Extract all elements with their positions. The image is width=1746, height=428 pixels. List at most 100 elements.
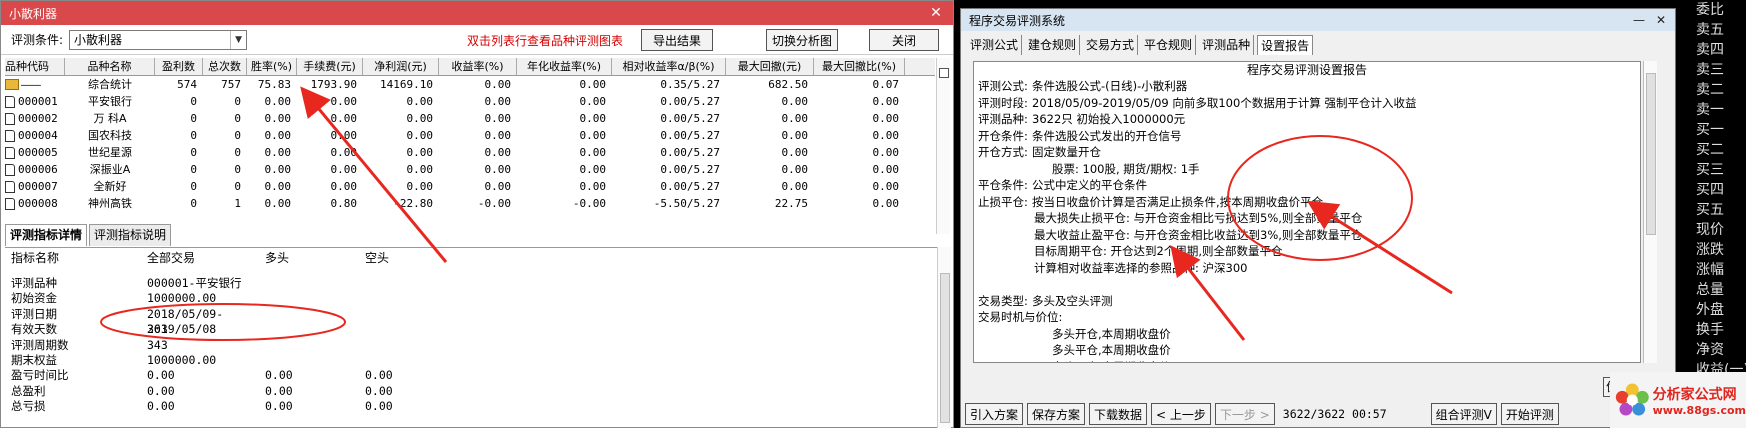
filter-select[interactable]: 小散利器 ▼ [69,29,248,50]
tab-settings-2[interactable]: 交易方式 [1083,35,1139,55]
tab-settings-4[interactable]: 评测品种 [1199,35,1255,55]
left-toolbar: 评测条件: 小散利器 ▼ 双击列表行查看品种评测图表 导出结果 切换分析图 关闭 [1,25,953,55]
document-icon [5,180,15,193]
column-header[interactable]: 最大回撤比(%) [814,58,905,75]
report-key: 交易类型: [978,293,1028,308]
table-row[interactable]: 000004 国农科技 0 0 0.00 0.00 0.00 0.00 0.00 0.00/5.2… [5,127,935,144]
settings-tabs: 评测公式 建仓规则 交易方式 平仓规则 评测品种 设置报告 [967,35,1316,55]
export-button[interactable]: 导出结果 [641,29,713,51]
column-header[interactable]: 手续费(元) [297,58,363,75]
tab-settings-3[interactable]: 平仓规则 [1141,35,1197,55]
bottom-button2-1[interactable]: 开始评测 [1500,403,1559,425]
report-scrollbar[interactable] [1643,61,1657,363]
column-header[interactable]: 总次数 [203,58,247,75]
quote-label: 委比 [1696,2,1724,18]
column-header[interactable]: 年化收益率(%) [517,58,612,75]
report-value: 股票: 100股, 期货/期权: 1手 [1052,161,1200,176]
report-value: 目标周期平仓: 开仓达到2个周期,则全部数量平仓 [1034,244,1283,258]
column-header[interactable]: 相对收益率α/β(%) [612,58,726,75]
table-row[interactable]: 000006 深振业A 0 0 0.00 0.00 0.00 0.00 0.00 0.00/5.2… [5,161,935,178]
detail-scrollbar[interactable] [937,247,951,428]
close-icon[interactable]: ✕ [1653,12,1669,28]
switch-chart-button[interactable]: 切换分析图 [766,29,838,51]
detail-all: 1000000.00 [147,291,217,306]
column-header[interactable]: 净利润(元) [363,58,439,75]
detail-short [365,353,465,368]
document-icon [5,146,15,159]
logo-url: www.88gs.com [1652,403,1746,417]
scroll-thumb[interactable] [940,273,950,423]
detail-all: 0.00 [147,399,175,414]
column-header[interactable]: 品种代码 [5,58,65,75]
folder-icon [5,79,19,90]
detail-row: 初始资金 1000000.00 [5,291,945,306]
detail-all: 0.00 [147,383,175,398]
cell-rate: 75.83 [257,78,291,91]
cell-annual: 0.00 [579,129,607,142]
detail-key: 期末权益 [11,352,57,367]
cell-win: 0 [190,163,197,176]
report-value: 多头开仓,本周期收盘价 [1052,326,1171,341]
tab-detail-0[interactable]: 评测指标详情 [5,224,88,246]
bottom-button-4[interactable]: 下一步 > [1214,403,1275,425]
report-line: 股票: 100股, 期货/期权: 1手 [974,161,1640,178]
bottom-button-0[interactable]: 引入方案 [965,403,1024,425]
detail-row: 期末权益 1000000.00 [5,353,945,368]
report-line: 交易类型: 多头及空头评测 [974,293,1640,310]
close-button[interactable]: 关闭 [869,29,939,51]
quote-label: 换手 [1696,322,1724,338]
scroll-thumb[interactable] [1646,73,1656,235]
report-value: 3622只 初始投入1000000元 [1032,112,1186,126]
table-row[interactable]: 000001 平安银行 0 0 0.00 0.00 0.00 0.00 0.00 0.00/5.2… [5,93,935,110]
table-row[interactable]: 000007 全新好 0 0 0.00 0.00 0.00 0.00 0.00 0.00/5.27… [5,178,935,195]
tab-settings-5[interactable]: 设置报告 [1257,35,1314,55]
table-scrollbar[interactable] [936,58,950,234]
filter-label: 评测条件: [11,33,64,47]
detail-row: 评测品种 000001-平安银行 [5,276,945,291]
detail-header: 指标名称 全部交易 多头 空头 [5,248,945,268]
cell-fee: 0.00 [330,146,358,159]
column-header[interactable]: 最大回撤(元) [726,58,814,75]
report-key: 止损平仓: [978,194,1028,209]
column-header[interactable]: 收益率(%) [439,58,517,75]
scroll-handle[interactable] [939,68,949,78]
tab-settings-1[interactable]: 建仓规则 [1025,35,1081,55]
bottom-button-2[interactable]: 下载数据 [1089,403,1148,425]
bottom-button-3[interactable]: < 上一步 [1151,403,1211,425]
quote-label: 买三 [1696,162,1724,178]
cell-fee: 0.00 [330,129,358,142]
cell-code-text: 000001 [18,95,58,108]
report-line: 最大收益止盈平仓: 与开仓资金相比收益达到3%,则全部数量平仓 [974,227,1640,244]
bottom-button-1[interactable]: 保存方案 [1027,403,1086,425]
detail-key: 总亏损 [11,399,46,414]
quote-label: 现价 [1696,222,1724,238]
tab-detail-1[interactable]: 评测指标说明 [89,224,172,246]
cell-profit: 0.00 [406,129,434,142]
column-header[interactable]: 盈利数 [155,58,203,75]
minimize-icon[interactable]: — [1631,12,1647,28]
cell-name: 综合统计 [88,78,132,91]
table-row[interactable]: ——— 综合统计 574 757 75.83 1793.90 14169.10 0.00 0.0… [5,76,935,93]
tab-settings-0[interactable]: 评测公式 [967,35,1023,55]
column-header[interactable]: 胜率(%) [247,58,297,75]
detail-row: 评测周期数 343 [5,338,945,353]
detail-key: 评测品种 [11,276,57,290]
report-body: 评测公式: 条件选股公式-(日线)-小散利器 评测时段: 2018/05/09-201… [974,78,1640,362]
bottom-button2-0[interactable]: 组合评测V [1430,403,1497,425]
close-icon[interactable]: ✕ [927,4,945,22]
detail-col-long: 多头 [265,251,290,265]
column-header[interactable]: 品种名称 [65,58,155,75]
result-table-body: ——— 综合统计 574 757 75.83 1793.90 14169.10 0.00 0.0… [5,76,935,212]
cell-win: 0 [190,180,197,193]
bottom-toolbar: 引入方案 保存方案 下载数据 < 上一步 下一步 > 3622/3622 00:57 组合评… [961,401,1677,427]
cell-code-text: ——— [21,78,41,91]
cell-total: 757 [221,78,241,91]
report-key: 评测时段: [978,95,1028,110]
report-line: 计算相对收益率选择的参照品种: 沪深300 [974,260,1640,277]
cell-profit: 0.00 [406,112,434,125]
report-line: 多头平仓,本周期收盘价 [974,342,1640,359]
chevron-down-icon[interactable]: ▼ [230,30,246,49]
table-row[interactable]: 000002 万 科A 0 0 0.00 0.00 0.00 0.00 0.00 0.00/5.2… [5,110,935,127]
table-row[interactable]: 000005 世纪星源 0 0 0.00 0.00 0.00 0.00 0.00 0.00/5.2… [5,144,935,161]
table-row[interactable]: 000008 神州高铁 0 1 0.00 0.80 -22.80 -0.00 -0.00 -5.5… [5,195,935,212]
